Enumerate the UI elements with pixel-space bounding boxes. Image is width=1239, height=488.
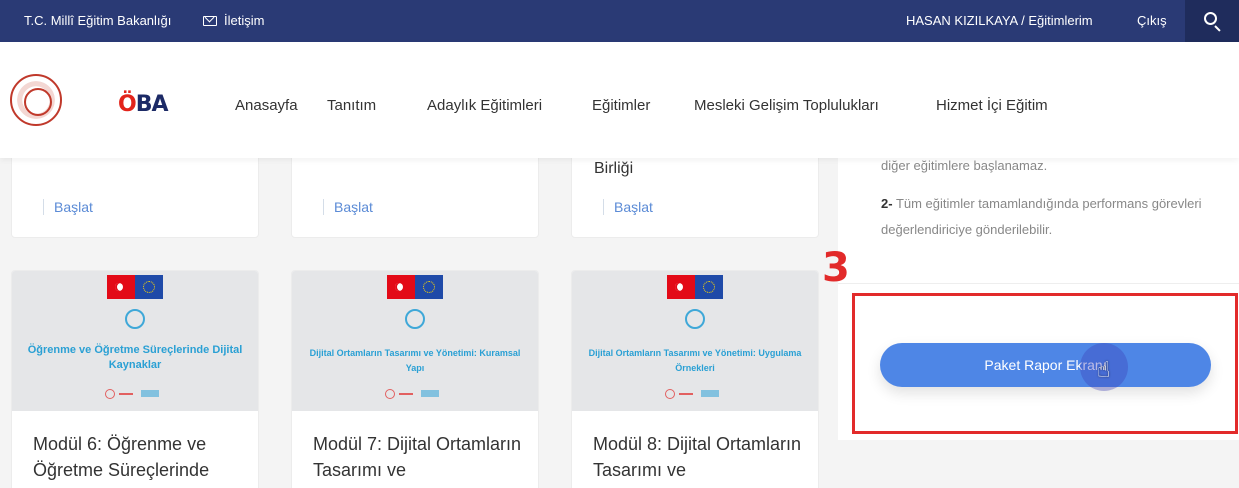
user-trainings-link[interactable]: HASAN KIZILKAYA / Eğitimlerim xyxy=(906,0,1093,42)
info-line-2: 2- Tüm eğitimler tamamlandığında perform… xyxy=(881,191,1221,243)
nav-trainings[interactable]: Eğitimler xyxy=(592,97,650,114)
module-title: Modül 8: Dijital Ortamların Tasarımı ve xyxy=(593,434,802,480)
ministry-link[interactable]: T.C. Millî Eğitim Bakanlığı xyxy=(24,0,171,42)
module-thumbnail: Dijital Ortamların Tasarımı ve Yönetimi:… xyxy=(572,271,818,411)
search-icon xyxy=(1204,12,1217,25)
module-thumbnail: Dijital Ortamların Tasarımı ve Yönetimi:… xyxy=(292,271,538,411)
top-bar: T.C. Millî Eğitim Bakanlığı İletişim HAS… xyxy=(0,0,1239,42)
search-button[interactable] xyxy=(1185,0,1239,42)
card-title-fragment: Birliği xyxy=(594,160,634,177)
nav-professional-communities[interactable]: Mesleki Gelişim Toplulukları xyxy=(694,97,879,114)
divider xyxy=(838,283,1239,284)
highlight-box-annotation xyxy=(852,293,1238,434)
nav-candidate-trainings[interactable]: Adaylık Eğitimleri xyxy=(427,97,542,114)
start-link[interactable]: Başlat xyxy=(323,199,373,215)
partner-logos xyxy=(665,389,725,399)
thumbnail-title: Dijital Ortamların Tasarımı ve Yönetimi:… xyxy=(588,348,802,373)
step-number-annotation: 3 xyxy=(822,245,850,291)
touch-hand-icon xyxy=(125,309,145,329)
main-navbar: ÖBA Anasayfa Tanıtım Adaylık Eğitimleri … xyxy=(0,42,1239,158)
start-link[interactable]: Başlat xyxy=(603,199,653,215)
eu-flag-icon xyxy=(135,275,163,299)
course-card: Birliği Başlat xyxy=(571,150,819,238)
nav-in-service-training[interactable]: Hizmet İçi Eğitim xyxy=(936,97,1048,114)
eu-flag-icon xyxy=(695,275,723,299)
thumbnail-title: Öğrenme ve Öğretme Süreçlerinde Dijital … xyxy=(27,344,243,371)
start-link[interactable]: Başlat xyxy=(43,199,93,215)
ministry-seal-logo[interactable] xyxy=(10,74,62,126)
contact-link-label: İletişim xyxy=(224,13,265,28)
module-card-8[interactable]: Dijital Ortamların Tasarımı ve Yönetimi:… xyxy=(571,270,819,488)
module-card-7[interactable]: Dijital Ortamların Tasarımı ve Yönetimi:… xyxy=(291,270,539,488)
partner-logos xyxy=(105,389,165,399)
nav-home[interactable]: Anasayfa xyxy=(235,97,298,114)
touch-hand-icon xyxy=(685,309,705,329)
turkey-flag-icon xyxy=(107,275,135,299)
course-card: Başlat xyxy=(291,150,539,238)
thumbnail-title: Dijital Ortamların Tasarımı ve Yönetimi:… xyxy=(309,348,521,373)
module-card-6[interactable]: Öğrenme ve Öğretme Süreçlerinde Dijital … xyxy=(11,270,259,488)
nav-intro[interactable]: Tanıtım xyxy=(327,97,376,114)
contact-link[interactable]: İletişim xyxy=(203,0,264,42)
info-line-2-text: Tüm eğitimler tamamlandığında performans… xyxy=(881,196,1202,237)
turkey-flag-icon xyxy=(387,275,415,299)
touch-hand-icon xyxy=(405,309,425,329)
module-thumbnail: Öğrenme ve Öğretme Süreçlerinde Dijital … xyxy=(12,271,258,411)
eu-flag-icon xyxy=(415,275,443,299)
module-title: Modül 7: Dijital Ortamların Tasarımı ve xyxy=(313,434,522,480)
course-card: Başlat xyxy=(11,150,259,238)
turkey-flag-icon xyxy=(667,275,695,299)
partner-logos xyxy=(385,389,445,399)
logout-link[interactable]: Çıkış xyxy=(1137,0,1167,42)
info-line-2-number: 2- xyxy=(881,196,893,211)
module-title: Modül 6: Öğrenme ve Öğretme Süreçlerinde xyxy=(33,434,210,480)
mail-icon xyxy=(203,16,217,26)
oba-logo[interactable]: ÖBA xyxy=(118,92,168,117)
